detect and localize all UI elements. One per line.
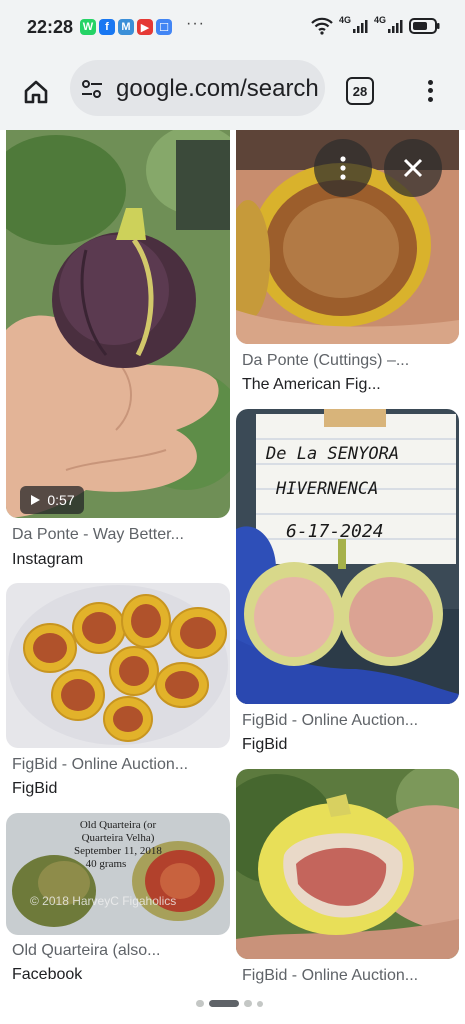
quarteira-line-4: 40 grams bbox=[86, 858, 127, 870]
home-icon bbox=[24, 80, 48, 104]
result-source[interactable]: FigBid bbox=[12, 780, 57, 798]
fig-halves-image bbox=[6, 583, 230, 748]
tab-switcher-button[interactable]: 28 bbox=[346, 77, 374, 105]
more-notifications-icon: ··· bbox=[186, 15, 205, 32]
facebook-icon: f bbox=[99, 19, 115, 35]
whatsapp-icon: W bbox=[80, 19, 96, 35]
result-thumbnail[interactable] bbox=[236, 769, 459, 959]
result-source[interactable]: Facebook bbox=[12, 966, 82, 984]
image-result[interactable]: Old Quarteira (or Quarteira Velha) Septe… bbox=[6, 813, 230, 989]
status-bar: 22:28 W f M ▶ ☐ ··· 4G 4G bbox=[0, 0, 465, 58]
network-label-1: 4G bbox=[338, 15, 351, 25]
menu-dot-icon bbox=[427, 88, 433, 94]
watermark-text: © 2018 HarveyC Figaholics bbox=[30, 894, 176, 908]
menu-dot-icon bbox=[427, 79, 433, 85]
page-indicator bbox=[196, 1000, 263, 1007]
labeled-fig-image: De La SENYORA HIVERNENCA 6-17-2024 bbox=[236, 409, 459, 704]
sign-line-1: De La SENYORA bbox=[265, 444, 399, 464]
network-label-2: 4G bbox=[373, 15, 386, 25]
pager-dot-active bbox=[209, 1000, 239, 1007]
result-title[interactable]: FigBid - Online Auction... bbox=[12, 756, 227, 774]
fig-in-hand-image bbox=[6, 130, 230, 518]
result-title[interactable]: FigBid - Online Auction... bbox=[242, 712, 456, 730]
image-result[interactable]: 0:57 Da Ponte - Way Better... Instagram bbox=[6, 130, 230, 572]
site-settings-icon[interactable] bbox=[80, 77, 104, 101]
result-thumbnail[interactable] bbox=[6, 130, 230, 518]
video-duration-badge: 0:57 bbox=[20, 486, 84, 514]
result-thumbnail[interactable]: Old Quarteira (or Quarteira Velha) Septe… bbox=[6, 813, 230, 935]
old-quarteira-image: Old Quarteira (or Quarteira Velha) Septe… bbox=[6, 813, 230, 935]
quarteira-line-1: Old Quarteira (or bbox=[80, 819, 157, 831]
duration-text: 0:57 bbox=[47, 492, 75, 508]
status-indicators: 4G 4G bbox=[311, 15, 441, 35]
app-icon: ☐ bbox=[156, 19, 172, 35]
home-button[interactable] bbox=[19, 75, 53, 109]
quarteira-line-3: September 11, 2018 bbox=[74, 845, 162, 857]
notification-icons: W f M ▶ ☐ bbox=[80, 19, 172, 35]
address-bar[interactable]: google.com/search bbox=[70, 60, 325, 116]
battery-icon bbox=[409, 18, 440, 34]
play-icon bbox=[31, 495, 41, 505]
image-options-button[interactable] bbox=[314, 139, 372, 197]
sign-line-3: 6-17-2024 bbox=[286, 521, 384, 542]
pager-dot bbox=[244, 1000, 252, 1007]
result-title[interactable]: FigBid - Online Auction... bbox=[242, 967, 456, 985]
youtube-icon: ▶ bbox=[137, 19, 153, 35]
status-time: 22:28 bbox=[27, 17, 74, 37]
more-menu-button[interactable] bbox=[420, 74, 440, 108]
pager-dot bbox=[196, 1000, 204, 1007]
signal-icon bbox=[352, 20, 368, 33]
image-result[interactable]: FigBid - Online Auction... bbox=[236, 769, 459, 989]
menu-dot-icon bbox=[427, 97, 433, 103]
quarteira-line-2: Quarteira Velha) bbox=[82, 832, 155, 844]
result-source[interactable]: FigBid bbox=[242, 736, 287, 754]
sign-line-2: HIVERNENCA bbox=[275, 479, 378, 499]
yellow-fig-image bbox=[236, 769, 459, 959]
browser-toolbar: google.com/search 28 bbox=[0, 58, 465, 130]
image-result[interactable]: FigBid - Online Auction... FigBid bbox=[6, 583, 230, 801]
result-title[interactable]: Old Quarteira (also... bbox=[12, 942, 227, 960]
result-source[interactable]: Instagram bbox=[12, 551, 83, 569]
close-icon bbox=[403, 158, 423, 178]
result-title[interactable]: Da Ponte (Cuttings) –... bbox=[242, 352, 456, 370]
url-text[interactable]: google.com/search bbox=[116, 75, 319, 103]
pager-dot bbox=[257, 1000, 263, 1007]
close-preview-button[interactable] bbox=[384, 139, 442, 197]
image-result[interactable]: De La SENYORA HIVERNENCA 6-17-2024 FigBi… bbox=[236, 409, 459, 757]
more-vert-icon bbox=[340, 156, 346, 180]
result-thumbnail[interactable]: De La SENYORA HIVERNENCA 6-17-2024 bbox=[236, 409, 459, 704]
messenger-icon: M bbox=[118, 19, 134, 35]
signal-icon bbox=[388, 20, 403, 33]
result-source[interactable]: The American Fig... bbox=[242, 376, 381, 394]
result-title[interactable]: Da Ponte - Way Better... bbox=[12, 526, 227, 544]
wifi-icon bbox=[311, 17, 333, 35]
result-thumbnail[interactable] bbox=[6, 583, 230, 748]
